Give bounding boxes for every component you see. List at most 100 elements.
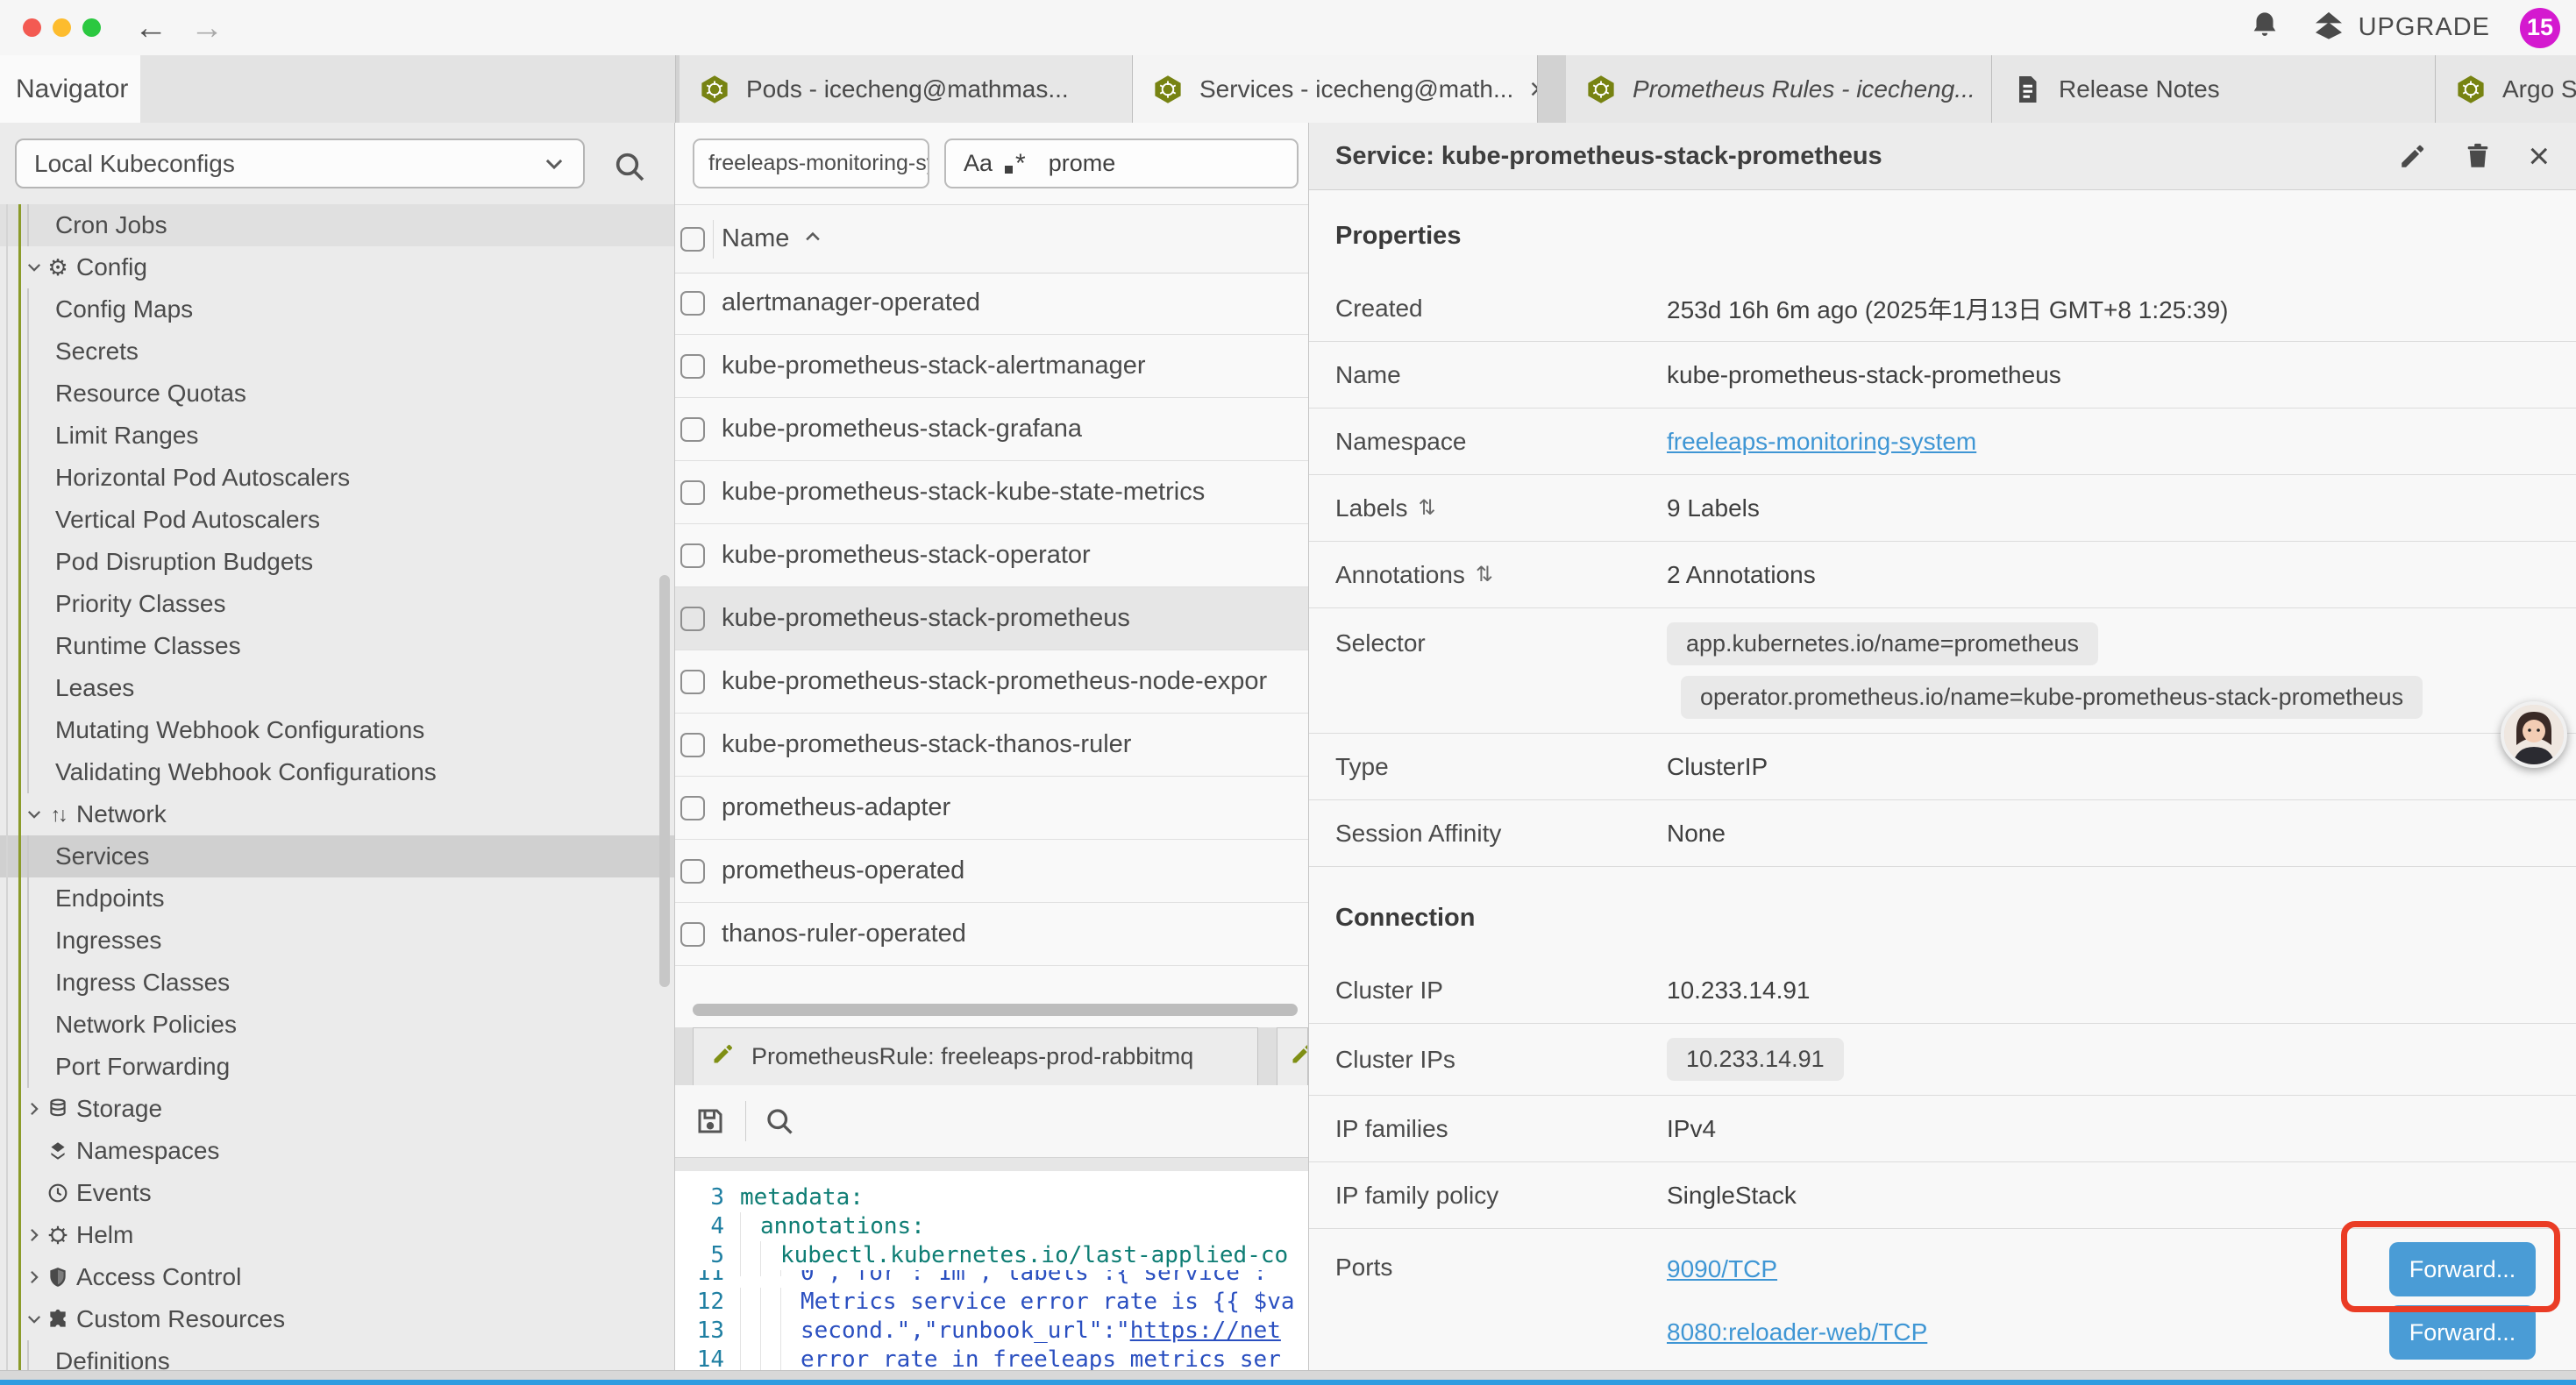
sidebar-item-resource-quotas[interactable]: Resource Quotas	[0, 373, 674, 415]
sidebar-item-ingresses[interactable]: Ingresses	[0, 920, 674, 962]
row-checkbox[interactable]	[680, 922, 705, 947]
row-checkbox[interactable]	[680, 670, 705, 694]
sidebar-item-priority-classes[interactable]: Priority Classes	[0, 583, 674, 625]
sidebar-item-helm[interactable]: Helm	[0, 1214, 674, 1256]
navigator-tab[interactable]: Navigator	[0, 55, 140, 123]
sidebar-item-access-control[interactable]: Access Control	[0, 1256, 674, 1298]
tab-argo-se[interactable]: Argo Se	[2436, 55, 2576, 123]
sidebar-item-runtime-classes[interactable]: Runtime Classes	[0, 625, 674, 667]
table-row[interactable]: kube-prometheus-stack-prometheus	[675, 587, 1308, 650]
port-link[interactable]: 8080:reloader-web/TCP	[1667, 1318, 1927, 1346]
row-checkbox[interactable]	[680, 291, 705, 316]
sidebar-item-endpoints[interactable]: Endpoints	[0, 877, 674, 920]
table-row[interactable]: prometheus-adapter	[675, 777, 1308, 840]
sidebar-search-button[interactable]	[612, 149, 647, 184]
code-link[interactable]: https://net	[1130, 1318, 1281, 1344]
row-checkbox[interactable]	[680, 543, 705, 568]
sidebar-item-validating-webhook-configurations[interactable]: Validating Webhook Configurations	[0, 751, 674, 793]
edit-button[interactable]	[2398, 141, 2428, 171]
resource-search-input[interactable]: Aa * prome	[944, 138, 1299, 188]
tab-services-icecheng-math[interactable]: Services - icecheng@math...×	[1133, 55, 1538, 123]
table-row[interactable]: prometheus-operated	[675, 840, 1308, 903]
table-row[interactable]: kube-prometheus-stack-grafana	[675, 398, 1308, 461]
notifications-bell-icon[interactable]	[2248, 9, 2281, 46]
port-link[interactable]: 9090/TCP	[1667, 1255, 1777, 1283]
sidebar-item-mutating-webhook-configurations[interactable]: Mutating Webhook Configurations	[0, 709, 674, 751]
sidebar-item-network[interactable]: ↑↓Network	[0, 793, 674, 835]
sidebar-item-cron-jobs[interactable]: Cron Jobs	[0, 204, 674, 246]
chevron-right-icon[interactable]	[25, 1268, 45, 1286]
sidebar-item-ingress-classes[interactable]: Ingress Classes	[0, 962, 674, 1004]
table-row[interactable]: kube-prometheus-stack-operator	[675, 524, 1308, 587]
save-button[interactable]	[694, 1105, 726, 1137]
bottom-scrollbar-strip[interactable]	[0, 1370, 2576, 1380]
maximize-window-button[interactable]	[82, 18, 101, 37]
row-checkbox[interactable]	[680, 796, 705, 820]
sidebar-item-network-policies[interactable]: Network Policies	[0, 1004, 674, 1046]
sidebar-item-namespaces[interactable]: Namespaces	[0, 1130, 674, 1172]
row-checkbox[interactable]	[680, 607, 705, 631]
row-checkbox[interactable]	[680, 417, 705, 442]
row-checkbox[interactable]	[680, 859, 705, 884]
editor-search-button[interactable]	[764, 1105, 795, 1137]
row-checkbox[interactable]	[680, 733, 705, 757]
chevron-right-icon[interactable]	[25, 1100, 45, 1118]
close-panel-button[interactable]: ×	[2528, 138, 2550, 174]
delete-button[interactable]	[2463, 141, 2493, 171]
sidebar-item-horizontal-pod-autoscalers[interactable]: Horizontal Pod Autoscalers	[0, 457, 674, 499]
property-value: SingleStack	[1667, 1182, 2576, 1210]
minimize-window-button[interactable]	[53, 18, 71, 37]
tab-pods-icecheng-mathmas[interactable]: Pods - icecheng@mathmas...	[680, 55, 1133, 123]
navigator-tree: Cron Jobs⚙ConfigConfig MapsSecretsResour…	[0, 204, 674, 1385]
chevron-down-icon[interactable]	[25, 259, 45, 276]
sidebar-item-pod-disruption-budgets[interactable]: Pod Disruption Budgets	[0, 541, 674, 583]
forward-button[interactable]: Forward...	[2389, 1242, 2536, 1296]
table-horizontal-scrollbar[interactable]	[693, 1004, 1298, 1016]
table-row[interactable]: kube-prometheus-stack-kube-state-metrics	[675, 461, 1308, 524]
sidebar-item-events[interactable]: Events	[0, 1172, 674, 1214]
table-row[interactable]: kube-prometheus-stack-alertmanager	[675, 335, 1308, 398]
kubeconfig-select[interactable]: Local Kubeconfigs	[15, 138, 585, 188]
close-tab-icon[interactable]: ×	[1529, 73, 1538, 107]
chevron-right-icon[interactable]	[25, 1226, 45, 1244]
table-row[interactable]: alertmanager-operated	[675, 272, 1308, 335]
column-header-name[interactable]: Name	[722, 224, 822, 253]
case-sensitive-toggle[interactable]: Aa	[964, 150, 993, 177]
table-row[interactable]: thanos-ruler-operated	[675, 903, 1308, 966]
sidebar-item-storage[interactable]: Storage	[0, 1088, 674, 1130]
chevron-down-icon[interactable]	[25, 806, 45, 823]
expand-sort-icon[interactable]: ⇅	[1419, 495, 1436, 521]
forward-button[interactable]: Forward...	[2389, 1305, 2536, 1360]
table-row[interactable]: kube-prometheus-stack-prometheus-node-ex…	[675, 650, 1308, 714]
yaml-editor[interactable]: 3metadata:4annotations:5kubectl.kubernet…	[675, 1171, 1308, 1378]
sidebar-item-leases[interactable]: Leases	[0, 667, 674, 709]
tab-release-notes[interactable]: Release Notes	[1992, 55, 2436, 123]
sidebar-item-services[interactable]: Services	[0, 835, 674, 877]
expand-sort-icon[interactable]: ⇅	[1476, 562, 1493, 587]
sidebar-scrollbar[interactable]	[659, 575, 670, 987]
table-row[interactable]: kube-prometheus-stack-thanos-ruler	[675, 714, 1308, 777]
row-checkbox[interactable]	[680, 480, 705, 505]
user-badge[interactable]: 15	[2520, 8, 2560, 48]
row-checkbox[interactable]	[680, 354, 705, 379]
tab-prometheus-rules-icecheng[interactable]: Prometheus Rules - icecheng...	[1566, 55, 1992, 123]
sidebar-item-limit-ranges[interactable]: Limit Ranges	[0, 415, 674, 457]
regex-toggle[interactable]: *	[1015, 149, 1026, 179]
sidebar-item-port-forwarding[interactable]: Port Forwarding	[0, 1046, 674, 1088]
sidebar-item-config-maps[interactable]: Config Maps	[0, 288, 674, 330]
service-name: prometheus-adapter	[722, 793, 950, 822]
namespace-select[interactable]: freeleaps-monitoring-system	[693, 138, 929, 188]
forward-button[interactable]: →	[190, 11, 224, 45]
sidebar-item-config[interactable]: ⚙Config	[0, 246, 674, 288]
namespace-link[interactable]: freeleaps-monitoring-system	[1667, 428, 2576, 456]
chevron-down-icon[interactable]	[25, 1310, 45, 1328]
back-button[interactable]: ←	[134, 11, 167, 45]
dock-tab[interactable]: PrometheusRule: freeleaps-prod-rabbitmq	[693, 1027, 1258, 1085]
upgrade-button[interactable]: UPGRADE	[2311, 7, 2490, 49]
sidebar-item-custom-resources[interactable]: Custom Resources	[0, 1298, 674, 1340]
sidebar-item-secrets[interactable]: Secrets	[0, 330, 674, 373]
close-window-button[interactable]	[23, 18, 41, 37]
dock-tab-partial[interactable]	[1277, 1027, 1308, 1085]
select-all-checkbox[interactable]	[680, 227, 705, 252]
sidebar-item-vertical-pod-autoscalers[interactable]: Vertical Pod Autoscalers	[0, 499, 674, 541]
